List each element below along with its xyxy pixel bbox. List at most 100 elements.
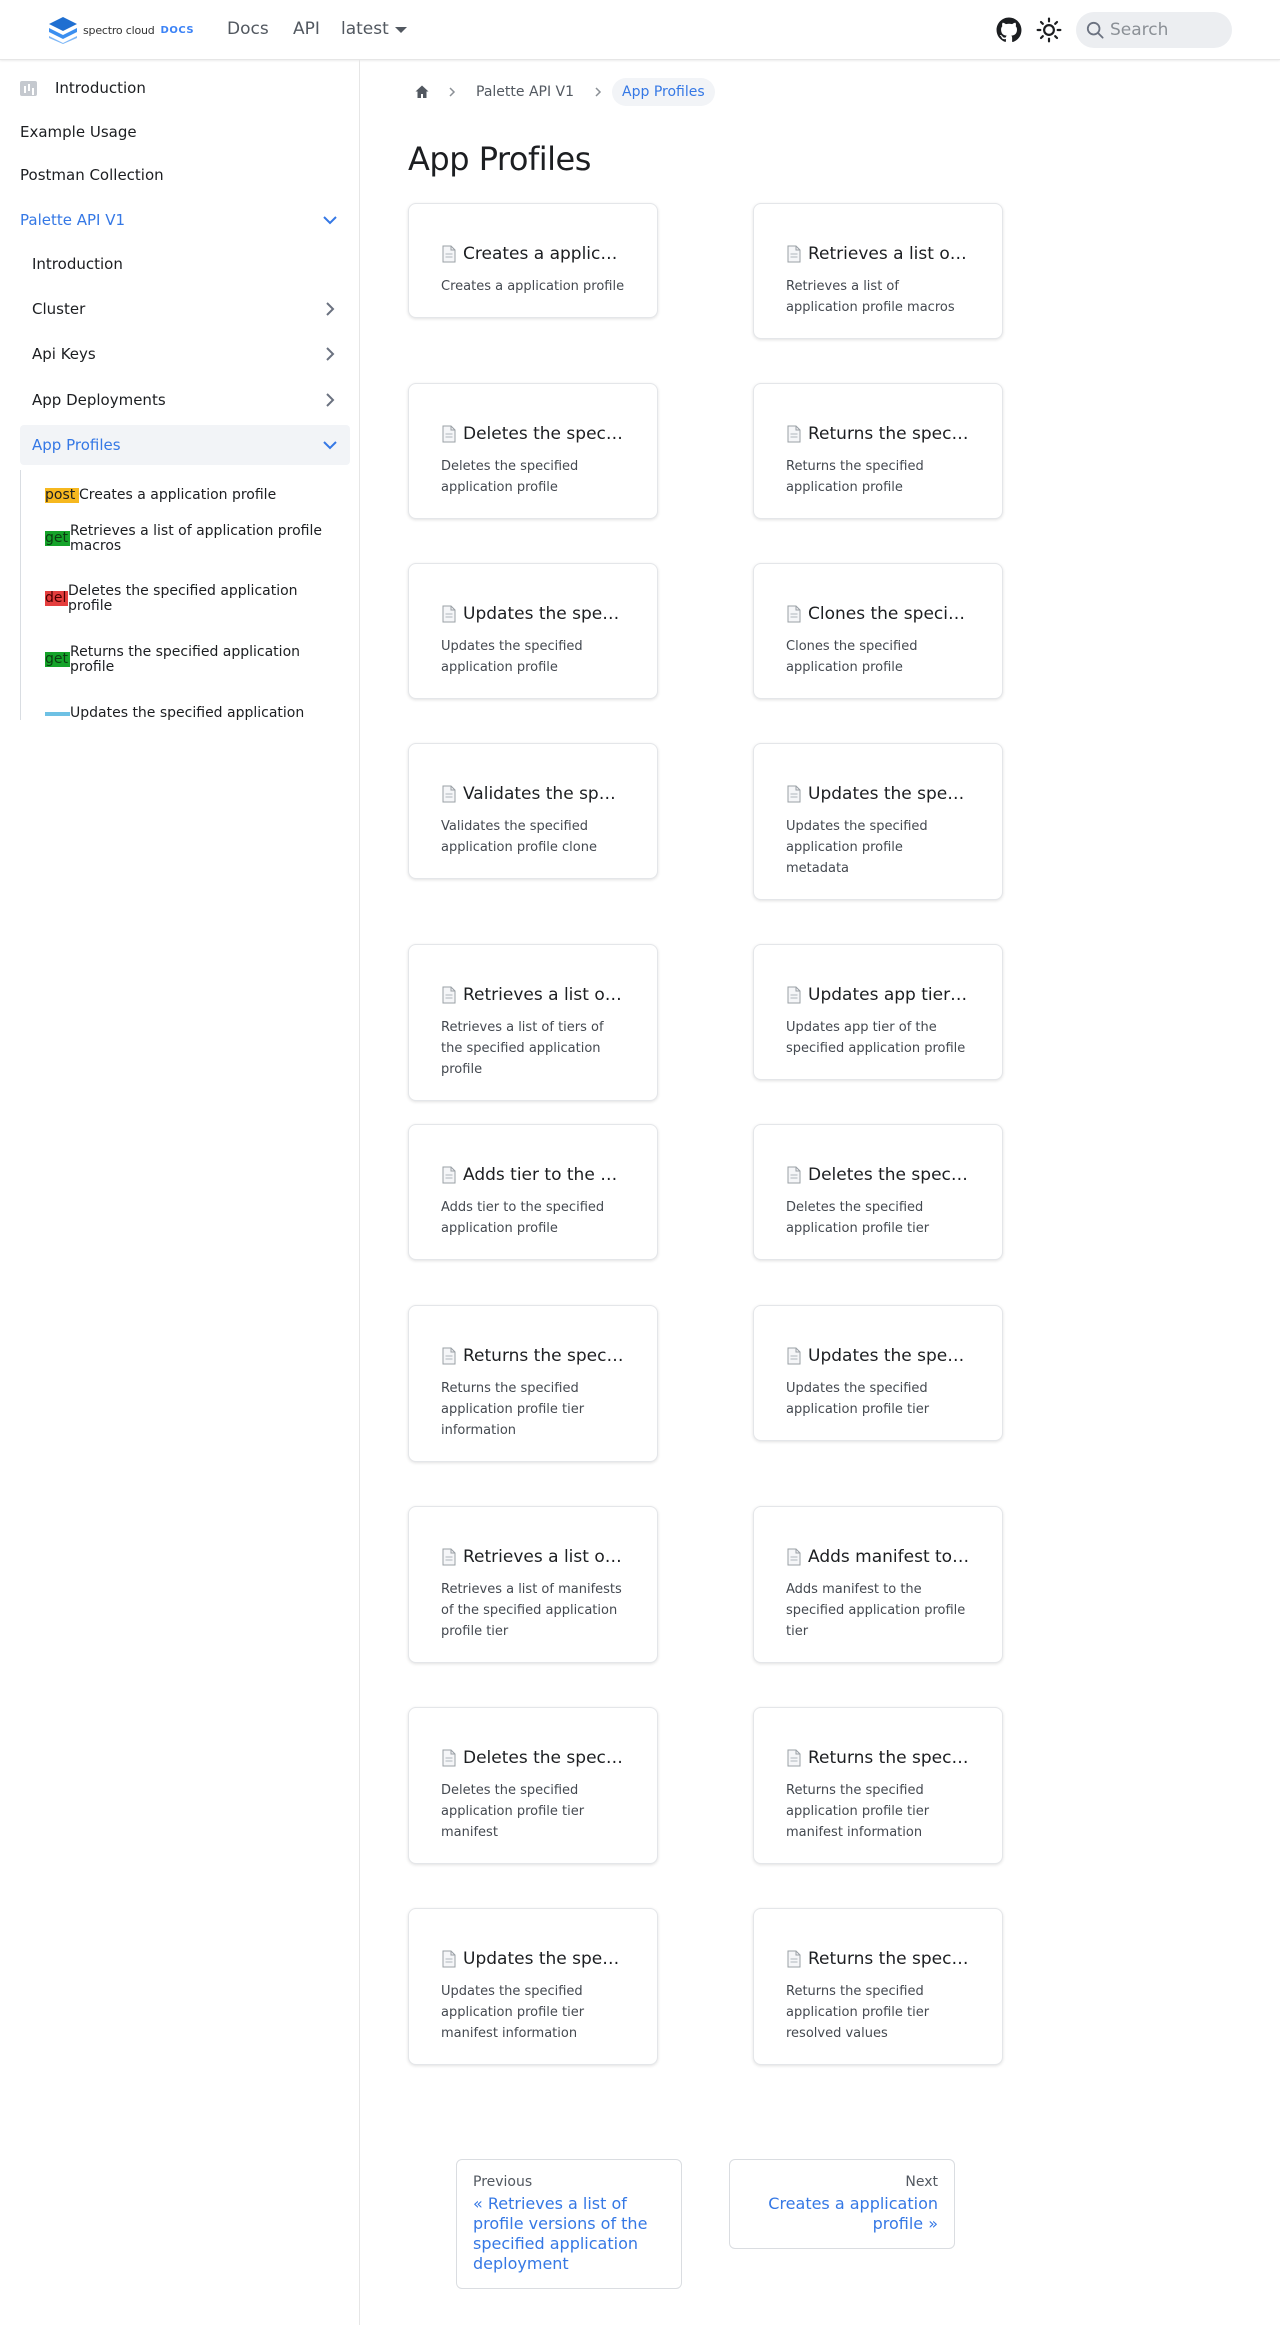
- doc-card[interactable]: Updates the specified application profil…: [753, 1305, 1003, 1441]
- document-icon: [787, 785, 801, 803]
- doc-card[interactable]: Creates a application profile Creates a a…: [408, 203, 658, 318]
- chevron-right-icon[interactable]: [322, 392, 338, 408]
- sidebar-category-palette-api-v1[interactable]: Palette API V1: [20, 200, 350, 240]
- doc-card[interactable]: Retrieves a list of application profile …: [753, 203, 1003, 339]
- card-title-text: Validates the specified application prof…: [463, 784, 625, 804]
- card-title-text: Updates the specified application profil…: [463, 1949, 625, 1969]
- card-title-text: Updates the specified application profil…: [808, 784, 970, 804]
- card-title-text: Returns the specified application profil…: [808, 1949, 970, 1969]
- document-icon: [787, 1950, 801, 1968]
- doc-card[interactable]: Updates the specified application profil…: [408, 563, 658, 699]
- doc-card[interactable]: Adds tier to the specified application p…: [408, 1124, 658, 1260]
- doc-card[interactable]: Updates the specified application profil…: [753, 743, 1003, 900]
- card-title-text: Adds tier to the specified application p…: [463, 1165, 625, 1185]
- document-icon: [787, 1166, 801, 1184]
- card-title-text: Adds manifest to the specified applicati…: [808, 1547, 970, 1567]
- doc-card[interactable]: Deletes the specified application profil…: [408, 383, 658, 519]
- doc-card[interactable]: Validates the specified application prof…: [408, 743, 658, 879]
- breadcrumb-palette-api-v1[interactable]: Palette API V1: [466, 78, 584, 106]
- sidebar-endpoint[interactable]: put Updates the specified application: [45, 706, 345, 720]
- endpoint-label: Deletes the specified application profil…: [68, 583, 298, 614]
- chevron-down-icon[interactable]: [322, 437, 338, 453]
- document-icon: [787, 1548, 801, 1566]
- card-description: Updates the specified application profil…: [441, 1984, 585, 2041]
- document-icon: [787, 425, 801, 443]
- sidebar-endpoint[interactable]: get Returns the specified application pr…: [45, 645, 345, 675]
- sidebar-endpoint[interactable]: del Deletes the specified application pr…: [45, 584, 345, 614]
- sidebar-item-app-deployments[interactable]: App Deployments: [20, 380, 350, 420]
- nav-api-link[interactable]: API: [293, 19, 320, 39]
- document-icon: [787, 1749, 801, 1767]
- doc-card[interactable]: Updates the specified application profil…: [408, 1908, 658, 2065]
- card-title: Validates the specified application prof…: [441, 784, 625, 804]
- doc-card[interactable]: Retrieves a list of tiers of the specifi…: [408, 944, 658, 1101]
- sidebar-endpoint[interactable]: get Retrieves a list of application prof…: [45, 524, 345, 554]
- version-dropdown[interactable]: latest: [341, 19, 407, 39]
- card-title: Adds tier to the specified application p…: [441, 1165, 625, 1185]
- document-icon: [787, 1347, 801, 1365]
- sun-icon[interactable]: [1036, 17, 1062, 43]
- pager-next[interactable]: Next Creates a application profile »: [729, 2159, 955, 2249]
- chevron-right-icon[interactable]: [322, 346, 338, 362]
- doc-card[interactable]: Deletes the specified application profil…: [408, 1707, 658, 1864]
- doc-card[interactable]: Deletes the specified application profil…: [753, 1124, 1003, 1260]
- sidebar-endpoint[interactable]: post Creates a application profile: [45, 488, 345, 503]
- document-icon: [442, 1950, 456, 1968]
- card-title-text: Returns the specified application profil…: [808, 1748, 970, 1768]
- doc-card[interactable]: Clones the specified application profile…: [753, 563, 1003, 699]
- card-title-text: Updates app tier of the specified applic…: [808, 985, 970, 1005]
- card-description: Creates a application profile: [441, 279, 625, 294]
- sidebar-item-label: Example Usage: [20, 123, 137, 141]
- doc-card[interactable]: Returns the specified application profil…: [753, 1908, 1003, 2065]
- doc-card[interactable]: Retrieves a list of manifests of the spe…: [408, 1506, 658, 1663]
- card-title-text: Returns the specified application profil…: [808, 424, 970, 444]
- document-icon: [442, 785, 456, 803]
- sidebar-item-introduction-v1[interactable]: Introduction: [20, 244, 350, 284]
- sidebar-item-cluster[interactable]: Cluster: [20, 289, 350, 329]
- chevron-down-icon[interactable]: [322, 212, 338, 228]
- document-icon: [442, 1548, 456, 1566]
- card-title: Creates a application profile: [441, 244, 625, 264]
- pager-previous[interactable]: Previous « Retrieves a list of profile v…: [456, 2159, 682, 2289]
- endpoint-label: Retrieves a list of application profile …: [70, 523, 322, 554]
- github-icon[interactable]: [996, 17, 1022, 43]
- document-icon: [787, 245, 801, 263]
- method-badge-get: get: [45, 652, 70, 667]
- card-title: Clones the specified application profile: [786, 604, 970, 624]
- card-title: Retrieves a list of manifests of the spe…: [441, 1547, 625, 1567]
- card-description: Returns the specified application profil…: [441, 1381, 585, 1438]
- doc-card[interactable]: Returns the specified application profil…: [408, 1305, 658, 1462]
- document-icon: [442, 1347, 456, 1365]
- document-icon: [442, 605, 456, 623]
- card-description: Deletes the specified application profil…: [441, 1783, 585, 1840]
- sidebar-item-postman-collection[interactable]: Postman Collection: [20, 155, 350, 195]
- chart-icon: [20, 80, 37, 96]
- card-title-text: Deletes the specified application profil…: [463, 424, 625, 444]
- card-title: Updates app tier of the specified applic…: [786, 985, 970, 1005]
- sidebar-item-introduction[interactable]: Introduction: [20, 68, 350, 108]
- doc-card[interactable]: Returns the specified application profil…: [753, 1707, 1003, 1864]
- endpoint-label: Creates a application profile: [79, 487, 277, 503]
- pager-next-label: Creates a application profile »: [768, 2194, 938, 2233]
- sidebar-item-label: Palette API V1: [20, 211, 126, 229]
- method-badge-del: del: [45, 591, 68, 606]
- doc-card[interactable]: Adds manifest to the specified applicati…: [753, 1506, 1003, 1663]
- document-icon: [787, 605, 801, 623]
- nav-docs-link[interactable]: Docs: [227, 19, 269, 39]
- card-title: Updates the specified application profil…: [441, 604, 625, 624]
- brand-logo[interactable]: spectro cloud DOCS: [47, 16, 194, 44]
- sidebar-item-label: Postman Collection: [20, 166, 164, 184]
- doc-card[interactable]: Updates app tier of the specified applic…: [753, 944, 1003, 1080]
- sidebar-item-app-profiles[interactable]: App Profiles: [20, 425, 350, 465]
- doc-card[interactable]: Returns the specified application profil…: [753, 383, 1003, 519]
- chevron-right-icon[interactable]: [322, 301, 338, 317]
- home-icon[interactable]: [406, 76, 438, 108]
- sidebar-item-api-keys[interactable]: Api Keys: [20, 334, 350, 374]
- search-input[interactable]: Search: [1076, 12, 1232, 48]
- card-title: Deletes the specified application profil…: [786, 1165, 970, 1185]
- card-description: Adds tier to the specified application p…: [441, 1200, 605, 1236]
- sidebar-item-example-usage[interactable]: Example Usage: [20, 112, 350, 152]
- card-description: Updates the specified application profil…: [786, 819, 928, 876]
- document-icon: [442, 425, 456, 443]
- method-badge-put: put: [45, 712, 70, 716]
